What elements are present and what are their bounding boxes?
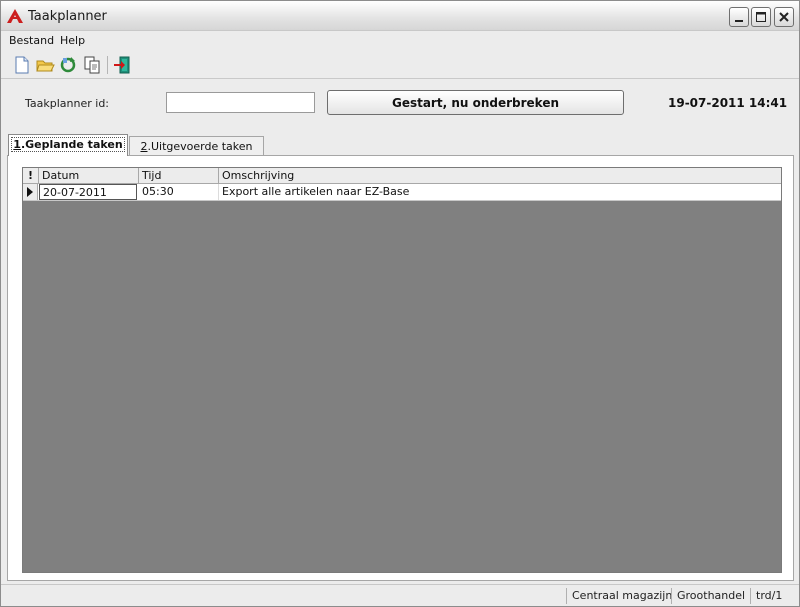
- refresh-icon[interactable]: [58, 55, 78, 75]
- application-window: Taakplanner Bestand Help Taakplanner id:…: [0, 0, 800, 607]
- cell-omschrijving[interactable]: Export alle artikelen naar EZ-Base: [219, 184, 781, 200]
- minimize-button[interactable]: [729, 7, 749, 27]
- current-datetime: 19-07-2011 14:41: [668, 96, 788, 110]
- open-folder-icon[interactable]: [35, 55, 55, 75]
- status-bar: Centraal magazijn Groothandel trd/1: [1, 584, 799, 606]
- menu-bar: Bestand Help: [1, 32, 799, 50]
- taakplanner-id-input[interactable]: [166, 92, 315, 113]
- toolbar-separator: [107, 56, 108, 74]
- copy-icon[interactable]: [82, 55, 102, 75]
- interrupt-button[interactable]: Gestart, nu onderbreken: [327, 90, 624, 115]
- exit-icon[interactable]: [112, 55, 132, 75]
- status-location: Centraal magazijn: [566, 588, 672, 604]
- minimize-icon: [735, 20, 743, 22]
- column-header-datum[interactable]: Datum: [39, 168, 139, 184]
- column-header-tijd[interactable]: Tijd: [139, 168, 219, 184]
- status-session: trd/1: [750, 588, 782, 604]
- taakplanner-id-label: Taakplanner id:: [25, 97, 110, 110]
- tab-geplande-taken[interactable]: 1.Geplande taken: [8, 134, 128, 156]
- tasks-grid[interactable]: ! Datum Tijd Omschrijving 20-07-2011 05:…: [22, 167, 782, 573]
- close-button[interactable]: [774, 7, 794, 27]
- row-pointer-icon: [27, 187, 33, 197]
- close-icon: [779, 12, 789, 22]
- column-header-omschrijving[interactable]: Omschrijving: [219, 168, 781, 184]
- maximize-icon: [756, 12, 766, 22]
- column-header-flag[interactable]: !: [23, 168, 39, 184]
- cell-tijd[interactable]: 05:30: [139, 184, 219, 200]
- tab-uitgevoerde-taken[interactable]: 2.Uitgevoerde taken: [129, 136, 264, 157]
- status-type: Groothandel: [671, 588, 745, 604]
- tab-panel: ! Datum Tijd Omschrijving 20-07-2011 05:…: [7, 155, 794, 581]
- title-bar[interactable]: Taakplanner: [1, 1, 799, 31]
- header-panel: Taakplanner id: Gestart, nu onderbreken …: [5, 82, 795, 126]
- cell-datum[interactable]: 20-07-2011: [39, 184, 137, 200]
- menu-help[interactable]: Help: [60, 34, 85, 47]
- maximize-button[interactable]: [751, 7, 771, 27]
- table-row[interactable]: 20-07-2011 05:30 Export alle artikelen n…: [23, 184, 781, 201]
- window-title: Taakplanner: [28, 9, 107, 24]
- grid-header: ! Datum Tijd Omschrijving: [23, 168, 781, 184]
- current-row-indicator: [23, 184, 38, 200]
- menu-bestand[interactable]: Bestand: [9, 34, 54, 47]
- new-document-icon[interactable]: [12, 55, 32, 75]
- app-logo-icon: [7, 9, 23, 23]
- toolbar: [1, 51, 799, 79]
